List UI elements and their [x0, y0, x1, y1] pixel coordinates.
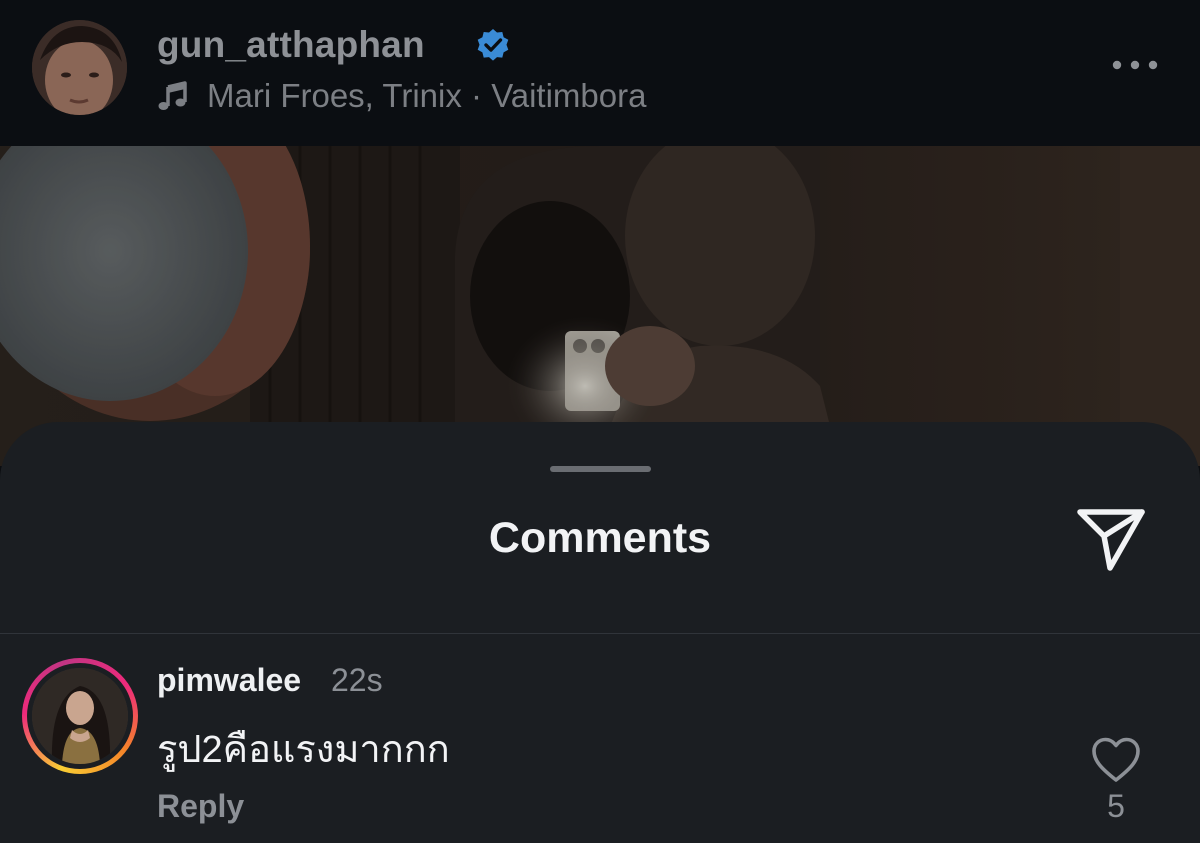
post-photo-art [0, 146, 1200, 466]
paper-plane-icon[interactable] [1076, 506, 1146, 572]
commenter-avatar-photo [32, 668, 128, 764]
comments-sheet: Comments pimwalee 22s รูป2คือแรงมากกก Re… [0, 422, 1200, 843]
comment-item: pimwalee 22s รูป2คือแรงมากกก Reply 5 [0, 634, 1200, 843]
instagram-post-screen: gun_atthaphan Mari Froes, Trinix · Vaiti… [0, 0, 1200, 843]
author-avatar[interactable] [32, 20, 127, 115]
comment-text: รูป2คือแรงมากกก [157, 729, 450, 771]
comment-timestamp: 22s [331, 662, 383, 698]
heart-icon[interactable] [1090, 736, 1142, 784]
post-photo[interactable] [0, 146, 1200, 466]
author-username[interactable]: gun_atthaphan [157, 24, 425, 66]
author-avatar-photo [32, 20, 127, 115]
reply-button[interactable]: Reply [157, 788, 244, 825]
comment-username[interactable]: pimwalee [157, 662, 301, 699]
commenter-photo-art [32, 668, 128, 764]
sheet-drag-handle[interactable] [550, 466, 651, 472]
more-options-icon[interactable] [1110, 56, 1160, 74]
commenter-avatar[interactable] [22, 658, 138, 774]
music-track[interactable]: Mari Froes, Trinix · Vaitimbora [207, 77, 646, 115]
verified-badge-icon [477, 29, 509, 61]
comments-title: Comments [488, 514, 712, 562]
post-header: gun_atthaphan Mari Froes, Trinix · Vaiti… [0, 0, 1200, 146]
music-note-icon [158, 81, 187, 110]
like-count: 5 [1107, 788, 1125, 824]
